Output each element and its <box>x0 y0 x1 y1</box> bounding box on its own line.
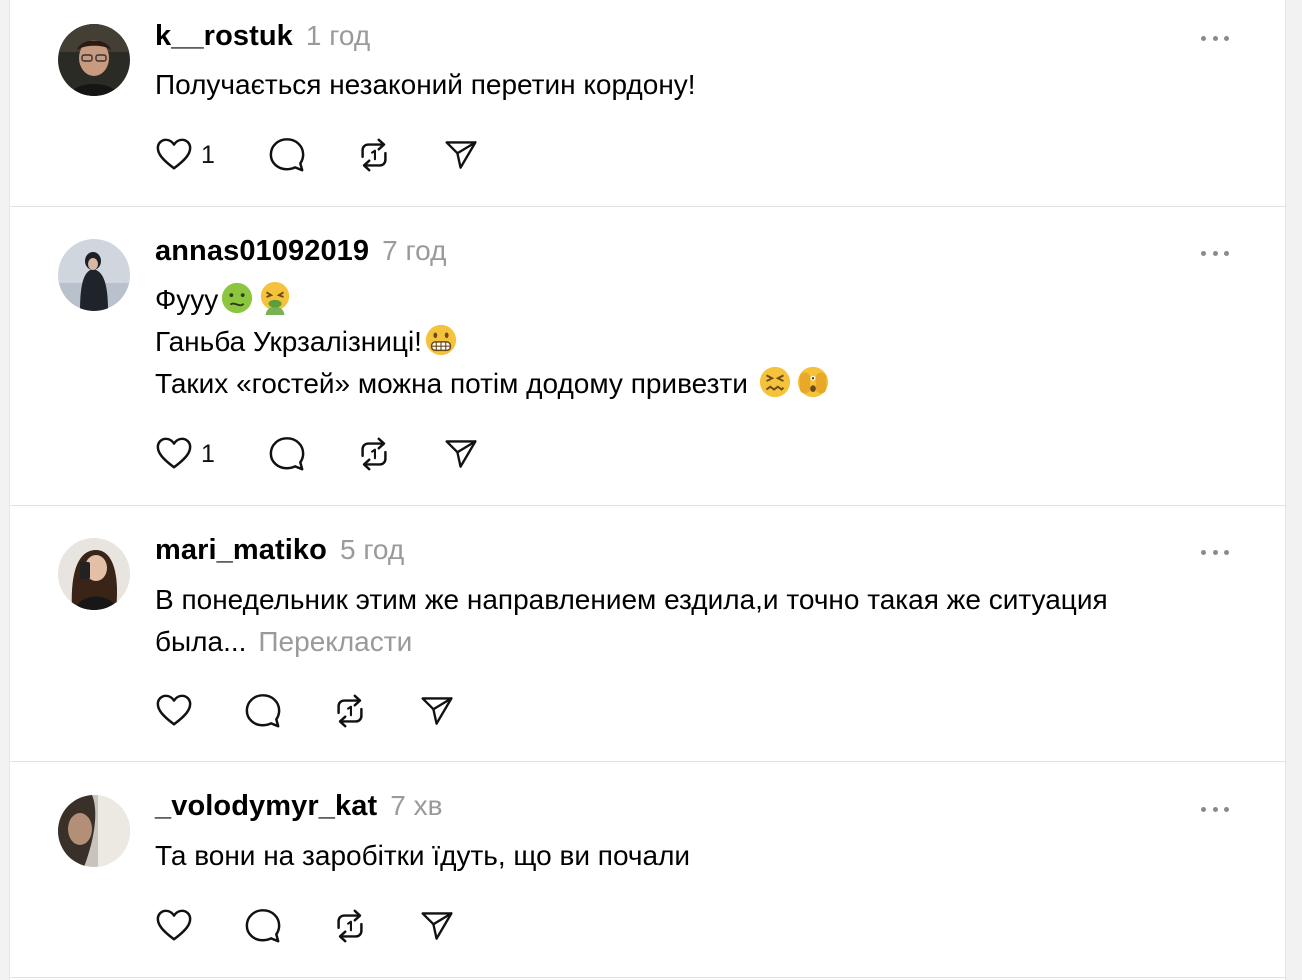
reply-post: mari_matiko 5 год В понедельник этим же … <box>10 506 1285 762</box>
like-button[interactable]: 1 <box>155 135 215 175</box>
reply-button[interactable] <box>268 135 306 175</box>
grimacing-face-icon <box>425 324 457 356</box>
post-text-line: Таких «гостей» можна потім додому привез… <box>155 363 1245 405</box>
avatar[interactable] <box>58 795 130 867</box>
avatar[interactable] <box>58 538 130 610</box>
share-icon <box>443 137 479 173</box>
more-icon[interactable] <box>1201 547 1229 557</box>
reply-button[interactable] <box>244 691 282 731</box>
repost-button[interactable] <box>355 434 393 474</box>
post-text-segment: Таких «гостей» можна потім додому привез… <box>155 368 748 399</box>
like-count: 1 <box>201 140 215 169</box>
more-icon[interactable] <box>1201 248 1229 258</box>
share-icon <box>443 436 479 472</box>
username[interactable]: k__rostuk <box>155 20 293 53</box>
post-text: Та вони на заробітки їдуть, що ви почали <box>155 835 1245 877</box>
replies-feed: k__rostuk 1 год Получається незаконий пе… <box>9 0 1286 980</box>
like-button[interactable]: 1 <box>155 434 215 474</box>
post-text-line: была... Перекласти <box>155 621 1245 663</box>
more-icon[interactable] <box>1201 804 1229 814</box>
post-text-line: Получається незаконий перетин кордону! <box>155 69 696 100</box>
post-header: annas01092019 7 год <box>155 235 446 268</box>
post-text: Получається незаконий перетин кордону! <box>155 64 1245 106</box>
username[interactable]: _volodymyr_kat <box>155 790 377 823</box>
repost-button[interactable] <box>331 691 369 731</box>
repost-icon <box>355 435 393 473</box>
share-icon <box>419 908 455 944</box>
timestamp: 7 год <box>382 235 447 266</box>
repost-icon <box>331 692 369 730</box>
more-icon[interactable] <box>1201 33 1229 43</box>
reply-button[interactable] <box>244 906 282 946</box>
post-text-segment: Ганьба Укрзалізниці! <box>155 326 422 357</box>
confounded-face-icon <box>759 366 790 398</box>
like-button[interactable] <box>155 906 193 946</box>
post-text-line: В понедельник этим же направлением ездил… <box>155 584 1108 615</box>
nauseated-face-icon <box>222 282 253 314</box>
like-button[interactable] <box>155 691 193 731</box>
post-text-line: Фууу <box>155 279 1245 321</box>
comment-icon <box>244 907 282 945</box>
like-count: 1 <box>201 439 215 468</box>
heart-icon <box>155 692 193 730</box>
post-header: _volodymyr_kat 7 хв <box>155 790 442 823</box>
post-header: k__rostuk 1 год <box>155 20 370 53</box>
repost-button[interactable] <box>331 906 369 946</box>
heart-icon <box>155 907 193 945</box>
share-button[interactable] <box>419 906 455 946</box>
reply-button[interactable] <box>268 434 306 474</box>
heart-icon <box>155 435 193 473</box>
repost-icon <box>331 907 369 945</box>
timestamp: 5 год <box>339 534 405 565</box>
avatar[interactable] <box>58 239 130 311</box>
post-text-line: Та вони на заробітки їдуть, що ви почали <box>155 840 691 871</box>
username[interactable]: annas01092019 <box>155 235 369 268</box>
vomiting-face-icon <box>261 281 290 315</box>
post-text: Фууу Ганьба Укрзалізниці! Таких «гостей»… <box>155 279 1245 405</box>
face-with-peeking-eye-icon <box>797 366 828 398</box>
timestamp: 7 хв <box>390 790 443 821</box>
repost-button[interactable] <box>355 135 393 175</box>
post-text: В понедельник этим же направлением ездил… <box>155 579 1245 663</box>
share-icon <box>419 693 455 729</box>
avatar[interactable] <box>58 24 130 96</box>
comment-icon <box>268 136 306 174</box>
post-text-segment: была... <box>155 626 247 657</box>
repost-icon <box>355 136 393 174</box>
share-button[interactable] <box>443 434 479 474</box>
post-text-line: Ганьба Укрзалізниці! <box>155 321 1245 363</box>
share-button[interactable] <box>443 135 479 175</box>
post-header: mari_matiko 5 год <box>155 534 404 567</box>
comment-icon <box>244 692 282 730</box>
share-button[interactable] <box>419 691 455 731</box>
comment-icon <box>268 435 306 473</box>
reply-post: annas01092019 7 год Фууу Ганьба Укрзаліз… <box>10 207 1285 506</box>
post-text-segment: Фууу <box>155 284 219 315</box>
reply-post: k__rostuk 1 год Получається незаконий пе… <box>10 0 1285 207</box>
heart-icon <box>155 136 193 174</box>
username[interactable]: mari_matiko <box>155 534 327 567</box>
translate-link[interactable]: Перекласти <box>258 626 412 657</box>
reply-post: _volodymyr_kat 7 хв Та вони на заробітки… <box>10 762 1285 978</box>
timestamp: 1 год <box>305 20 371 51</box>
